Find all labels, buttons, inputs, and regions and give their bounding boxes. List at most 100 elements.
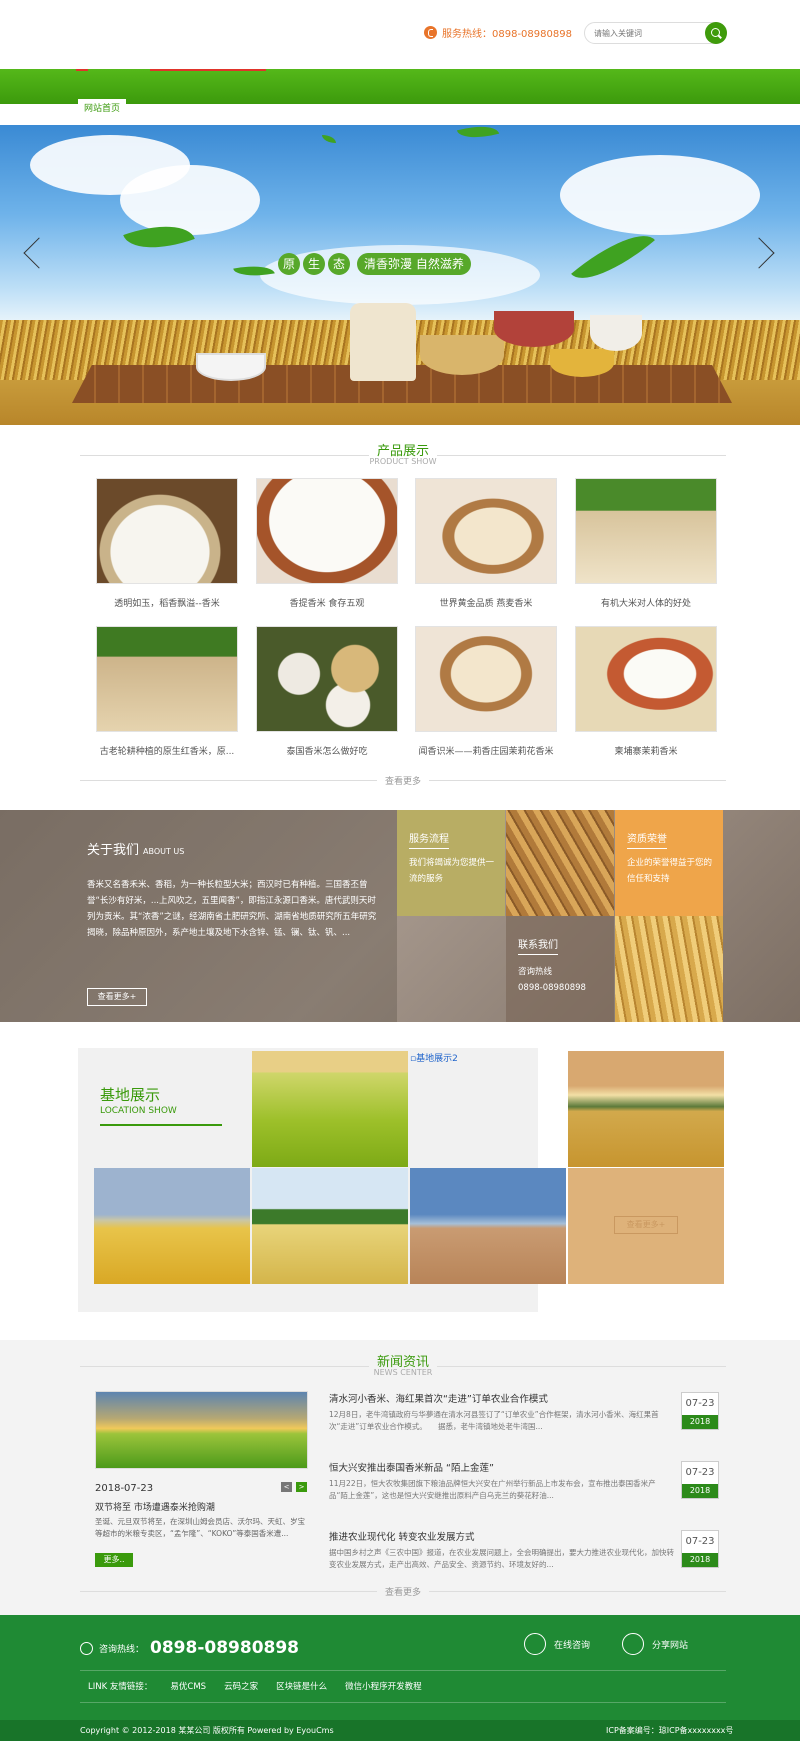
honor-desc: 企业的荣誉得益于您的信任和支持: [627, 858, 713, 884]
hero-banner: 原 生 态 清香弥漫 自然滋养: [0, 125, 800, 425]
news-feature-desc: 圣诞、元旦双节将至，在深圳山姆会员店、沃尔玛、天虹、岁宝等超市的米粮专卖区，“孟…: [95, 1517, 305, 1538]
product-image[interactable]: [575, 626, 717, 732]
product-image[interactable]: [256, 626, 398, 732]
product-image[interactable]: [415, 478, 557, 584]
news-feature-more-button[interactable]: 更多..: [95, 1553, 133, 1567]
share-site-link[interactable]: 分享网站: [622, 1633, 688, 1655]
news-item-title[interactable]: 恒大兴安推出泰国香米新品 “陌上金莲”: [329, 1460, 674, 1474]
search-box: [584, 22, 727, 44]
news-item-desc: 12月8日，老牛湾镇政府与华夢通在清水河县签订了“订单农业”合作框架，清水河小香…: [329, 1410, 659, 1431]
news-item-desc: 11月22日，恒大农牧集团旗下粮油品牌恒大兴安在广州举行新品上市发布会，宣布推出…: [329, 1479, 656, 1500]
online-consult-label: 在线咨询: [554, 1640, 591, 1651]
product-card[interactable]: 香提香米 食存五观: [256, 478, 398, 609]
news-item[interactable]: 推进农业现代化 转变农业发展方式 据中国乡村之声《三农中国》报道，在农业发展问题…: [329, 1529, 674, 1571]
contact-tile[interactable]: 联系我们 咨询热线 0898-08980898: [506, 916, 614, 1022]
about-description: 香米又名香禾米、香稻，为一种长粒型大米；西汉时已有种植。三国香丕曾誉“长沙有好米…: [87, 880, 377, 938]
friend-link[interactable]: 区块链是什么: [276, 1680, 327, 1692]
base-image[interactable]: [410, 1168, 566, 1284]
friend-link[interactable]: 云码之家: [224, 1680, 258, 1692]
honor-tile[interactable]: 资质荣誉 企业的荣誉得益于您的信任和支持: [615, 810, 723, 916]
cloud-shape: [120, 165, 260, 235]
product-image[interactable]: [415, 626, 557, 732]
footer-divider: [80, 1702, 726, 1703]
grain-bowl: [494, 311, 574, 347]
about-more-button[interactable]: 查看更多+: [87, 988, 147, 1006]
product-card[interactable]: 闻香识米——莉香庄园茉莉花香米: [415, 626, 557, 757]
products-more-row: 查看更多: [80, 774, 726, 787]
broken-image-alt[interactable]: ▫基地展示2: [410, 1051, 458, 1064]
rice-bowl: [196, 353, 266, 381]
news-date-md: 07-23: [685, 1398, 715, 1409]
product-caption[interactable]: 世界黄金品质 燕麦香米: [415, 596, 557, 609]
products-subtitle: PRODUCT SHOW: [369, 457, 437, 466]
friend-link[interactable]: 易优CMS: [170, 1680, 206, 1692]
base-image[interactable]: [94, 1168, 250, 1284]
contact-phone: 0898-08980898: [518, 983, 586, 993]
news-item-title[interactable]: 推进农业现代化 转变农业发展方式: [329, 1529, 674, 1543]
phone-icon: [424, 26, 437, 39]
news-date-year: 2018: [682, 1484, 718, 1498]
grain-sack: [350, 303, 416, 381]
news-item[interactable]: 清水河小香米、海红果首次“走进”订单农业合作模式 12月8日，老牛湾镇政府与华夢…: [329, 1391, 674, 1433]
banner-slogan: 原 生 态 清香弥漫 自然滋养: [278, 253, 471, 275]
grain-bowl: [550, 349, 614, 377]
news-item-title[interactable]: 清水河小香米、海红果首次“走进”订单农业合作模式: [329, 1391, 674, 1405]
product-card[interactable]: 有机大米对人体的好处: [575, 478, 717, 609]
product-card[interactable]: 泰国香米怎么做好吃: [256, 626, 398, 757]
product-caption[interactable]: 透明如玉，稻香飘溢--香米: [96, 596, 238, 609]
product-caption[interactable]: 有机大米对人体的好处: [575, 596, 717, 609]
news-date-badge: 07-23 2018: [681, 1461, 719, 1499]
product-caption[interactable]: 古老轮耕种植的原生红香米，原...: [96, 744, 238, 757]
product-caption[interactable]: 香提香米 食存五观: [256, 596, 398, 609]
news-section-title: 新闻资讯 NEWS CENTER: [80, 1351, 726, 1379]
icp-number[interactable]: ICP备案编号：琼ICP备xxxxxxxx号: [606, 1725, 733, 1736]
news-date-md: 07-23: [685, 1467, 715, 1478]
news-date-badge: 07-23 2018: [681, 1392, 719, 1430]
product-card[interactable]: 透明如玉，稻香飘溢--香米: [96, 478, 238, 609]
header-hotline: 服务热线：0898-08980898: [424, 25, 572, 40]
friend-link[interactable]: 微信小程序开发教程: [345, 1680, 422, 1692]
slogan-char: 态: [328, 253, 350, 275]
product-card[interactable]: 古老轮耕种植的原生红香米，原...: [96, 626, 238, 757]
about-title-zh: 关于我们: [87, 843, 140, 858]
product-card[interactable]: 柬埔寨茉莉香米: [575, 626, 717, 757]
product-caption[interactable]: 闻香识米——莉香庄园茉莉花香米: [415, 744, 557, 757]
news-date-md: 07-23: [685, 1536, 715, 1547]
base-image[interactable]: [252, 1168, 408, 1284]
online-consult-link[interactable]: 在线咨询: [524, 1633, 590, 1655]
news-next-button[interactable]: >: [296, 1482, 307, 1492]
news-feature-image[interactable]: [95, 1391, 308, 1469]
news-prev-button[interactable]: <: [281, 1482, 292, 1492]
nav-home-link[interactable]: 网站首页: [78, 99, 127, 119]
product-image[interactable]: [256, 478, 398, 584]
product-caption[interactable]: 柬埔寨茉莉香米: [575, 744, 717, 757]
products-more-link[interactable]: 查看更多: [376, 777, 429, 787]
product-image[interactable]: [96, 478, 238, 584]
news-feature-title[interactable]: 双节将至 市场遭遇泰米抢购潮: [95, 1500, 215, 1513]
base-more-button[interactable]: 查看更多+: [614, 1216, 678, 1234]
product-card[interactable]: 世界黄金品质 燕麦香米: [415, 478, 557, 609]
rice-ear-image: [506, 810, 614, 916]
search-input[interactable]: [594, 26, 694, 40]
base-subtitle: LOCATION SHOW: [100, 1106, 222, 1126]
news-item[interactable]: 恒大兴安推出泰国香米新品 “陌上金莲” 11月22日，恒大农牧集团旗下粮油品牌恒…: [329, 1460, 674, 1502]
base-image[interactable]: [252, 1051, 408, 1167]
share-icon: [622, 1633, 644, 1655]
grain-bowl: [420, 335, 504, 375]
slogan-char: 原: [278, 253, 300, 275]
service-tile[interactable]: 服务流程 我们将竭诚为您提供一流的服务: [397, 810, 505, 916]
product-caption[interactable]: 泰国香米怎么做好吃: [256, 744, 398, 757]
news-date-year: 2018: [682, 1415, 718, 1429]
product-image[interactable]: [96, 626, 238, 732]
about-title: 关于我们 ABOUT US: [87, 839, 184, 858]
footer-hotline-label: 咨询热线：: [99, 1644, 145, 1655]
news-more-link[interactable]: 查看更多: [376, 1588, 429, 1598]
search-icon[interactable]: [705, 22, 727, 44]
broken-image-alt-text: 基地展示2: [416, 1054, 458, 1064]
friend-links: LINK 友情链接： 易优CMS 云码之家 区块链是什么 微信小程序开发教程: [88, 1680, 440, 1692]
phone-icon: [80, 1641, 93, 1655]
footer-hotline: 咨询热线： 0898-08980898: [80, 1638, 299, 1658]
hotline-text: 服务热线：0898-08980898: [442, 29, 572, 40]
base-image[interactable]: [568, 1051, 724, 1167]
product-image[interactable]: [575, 478, 717, 584]
